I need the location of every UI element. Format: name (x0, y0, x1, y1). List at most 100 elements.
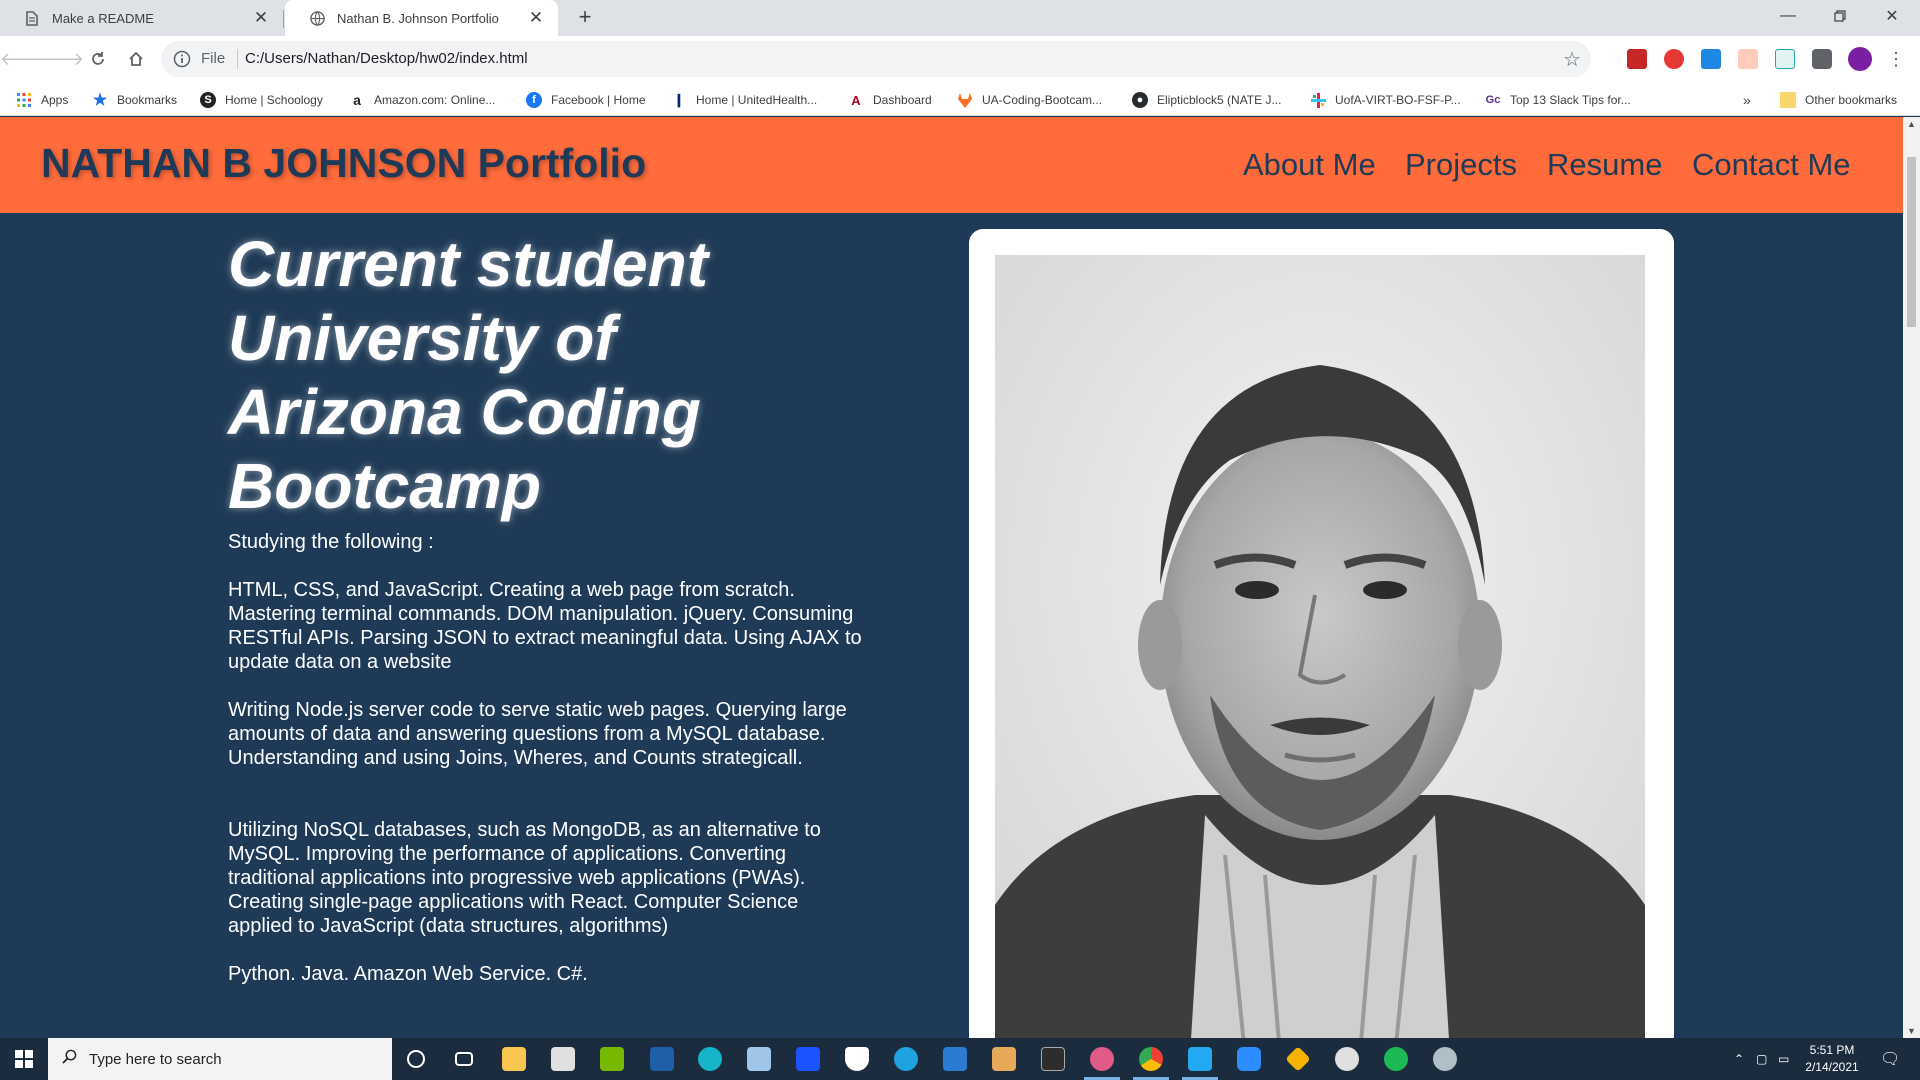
search-icon (62, 1049, 77, 1069)
scroll-up-arrow-icon[interactable]: ▲ (1903, 117, 1920, 131)
bookmark-slack-tips[interactable]: Gc Top 13 Slack Tips for... (1485, 90, 1631, 110)
page-scrollbar[interactable]: ▲ ▼ (1903, 117, 1920, 1038)
git-icon[interactable] (1274, 1038, 1322, 1080)
bookmark-slack[interactable]: UofA-VIRT-BO-FSF-P... (1310, 90, 1461, 110)
nav-about-me[interactable]: About Me (1243, 147, 1376, 183)
bookmark-amazon[interactable]: a Amazon.com: Online... (349, 90, 495, 110)
slack-icon (1310, 92, 1326, 108)
bookmark-dashboard[interactable]: A Dashboard (848, 90, 932, 110)
puzzle-icon[interactable] (1812, 49, 1832, 69)
tray-device-icon[interactable]: ▢ (1756, 1038, 1767, 1080)
malwarebytes-icon[interactable] (784, 1038, 832, 1080)
bookmark-label: UofA-VIRT-BO-FSF-P... (1335, 93, 1461, 107)
dev-tool-icon[interactable] (638, 1038, 686, 1080)
intro-text: Studying the following : (228, 531, 434, 553)
bookmark-label: Dashboard (873, 93, 932, 107)
clock-date: 2/14/2021 (1805, 1060, 1859, 1074)
url-text[interactable]: C:/Users/Nathan/Desktop/hw02/index.html (245, 50, 528, 67)
mail-icon[interactable] (931, 1038, 979, 1080)
nav-projects[interactable]: Projects (1405, 147, 1517, 183)
bookmark-facebook[interactable]: f Facebook | Home (526, 90, 646, 110)
nav-resume[interactable]: Resume (1547, 147, 1662, 183)
browser-toolbar: 🡐 🡒 File C:/Users/Nathan/Desktop/hw02/in… (0, 36, 1920, 83)
clock-time: 5:51 PM (1809, 1043, 1855, 1057)
info-icon[interactable] (173, 50, 191, 68)
adblock-icon[interactable] (1664, 49, 1684, 69)
skills-paragraph: Python. Java. Amazon Web Service. C#. (228, 963, 588, 985)
close-icon[interactable]: ✕ (528, 9, 544, 26)
start-button[interactable] (0, 1038, 48, 1080)
file-explorer-icon[interactable] (490, 1038, 538, 1080)
schoology-icon: S (200, 92, 216, 108)
network-icon[interactable]: ▭ (1778, 1038, 1789, 1080)
spotify-icon[interactable] (1372, 1038, 1420, 1080)
document-icon (24, 10, 40, 26)
other-bookmarks[interactable]: Other bookmarks (1780, 90, 1897, 110)
close-window-button[interactable]: ✕ (1864, 0, 1920, 32)
tab-make-readme[interactable]: Make a README ✕ (0, 0, 283, 36)
task-view-icon[interactable] (440, 1038, 488, 1080)
bookmark-bookmarks[interactable]: ★ Bookmarks (92, 90, 177, 110)
gc-icon: Gc (1485, 92, 1501, 108)
notes-icon[interactable] (735, 1038, 783, 1080)
hero-line: University of (228, 302, 616, 374)
chrome-icon[interactable] (1127, 1038, 1175, 1080)
windows-taskbar: Type here to search ⌃ ▢ ▭ 5:51 PM 2/14/2… (0, 1038, 1920, 1080)
back-button[interactable]: 🡐 (0, 45, 48, 73)
skills-paragraph: Writing Node.js server code to serve sta… (228, 699, 847, 769)
star-icon: ★ (92, 92, 108, 109)
extension-n-icon[interactable] (1775, 49, 1795, 69)
scroll-thumb[interactable] (1907, 157, 1916, 327)
tab-title: Make a README (52, 10, 154, 26)
security-shield-icon[interactable] (833, 1038, 881, 1080)
close-icon[interactable]: ✕ (253, 9, 269, 26)
bookmark-apps[interactable]: Apps (16, 90, 68, 110)
extension-s-icon[interactable] (1701, 49, 1721, 69)
nav-contact-me[interactable]: Contact Me (1692, 147, 1851, 183)
settings-app-icon[interactable] (1421, 1038, 1469, 1080)
vscode-icon[interactable] (1176, 1038, 1224, 1080)
extension-arrow-icon[interactable] (1738, 49, 1758, 69)
address-bar[interactable]: File C:/Users/Nathan/Desktop/hw02/index.… (161, 41, 1591, 77)
clock[interactable]: 5:51 PM 2/14/2021 (1796, 1042, 1868, 1076)
hero-line: Bootcamp (228, 450, 541, 522)
bookmark-label: Top 13 Slack Tips for... (1510, 93, 1631, 107)
hero-line: Current student (228, 228, 708, 300)
facebook-icon: f (526, 92, 542, 108)
store-icon[interactable] (539, 1038, 587, 1080)
extension-red-icon[interactable] (1627, 49, 1647, 69)
bookmark-label: Home | Schoology (225, 93, 323, 107)
home-button[interactable] (122, 45, 150, 73)
bookmark-schoology[interactable]: S Home | Schoology (200, 90, 323, 110)
globe-icon (309, 10, 325, 26)
bookmark-star-icon[interactable]: ☆ (1563, 47, 1581, 72)
app-icon[interactable] (1323, 1038, 1371, 1080)
nvidia-icon[interactable] (588, 1038, 636, 1080)
terminal-icon[interactable] (1029, 1038, 1077, 1080)
minimize-button[interactable]: — (1760, 0, 1816, 32)
bookmark-label: Apps (41, 93, 69, 107)
github-desktop-icon[interactable] (1078, 1038, 1126, 1080)
grammarly-icon[interactable] (686, 1038, 734, 1080)
kebab-menu-icon[interactable]: ⋮ (1882, 45, 1910, 73)
bookmarks-overflow-button[interactable]: » (1743, 90, 1751, 110)
tab-portfolio[interactable]: Nathan B. Johnson Portfolio ✕ (285, 0, 558, 36)
restore-button[interactable] (1812, 0, 1868, 32)
tray-chevron-icon[interactable]: ⌃ (1734, 1038, 1744, 1080)
taskbar-search[interactable]: Type here to search (48, 1038, 392, 1080)
reload-button[interactable] (84, 45, 112, 73)
zoom-icon[interactable] (1225, 1038, 1273, 1080)
profile-avatar[interactable] (1848, 47, 1872, 71)
new-tab-button[interactable]: + (571, 6, 599, 30)
cortana-icon[interactable] (392, 1038, 440, 1080)
bookmark-label: Facebook | Home (551, 93, 646, 107)
edge-icon[interactable] (882, 1038, 930, 1080)
bookmark-unitedhealth[interactable]: ❙ Home | UnitedHealth... (671, 90, 817, 110)
scroll-down-arrow-icon[interactable]: ▼ (1903, 1024, 1920, 1038)
bookmark-github[interactable]: ● Elipticblock5 (NATE J... (1132, 90, 1281, 110)
forward-button[interactable]: 🡒 (36, 45, 84, 73)
media-player-icon[interactable] (980, 1038, 1028, 1080)
bookmark-gitlab[interactable]: UA-Coding-Bootcam... (957, 90, 1102, 110)
tab-strip: Make a README ✕ Nathan B. Johnson Portfo… (0, 0, 1920, 36)
notification-icon[interactable]: 🗨 (1880, 1038, 1900, 1080)
